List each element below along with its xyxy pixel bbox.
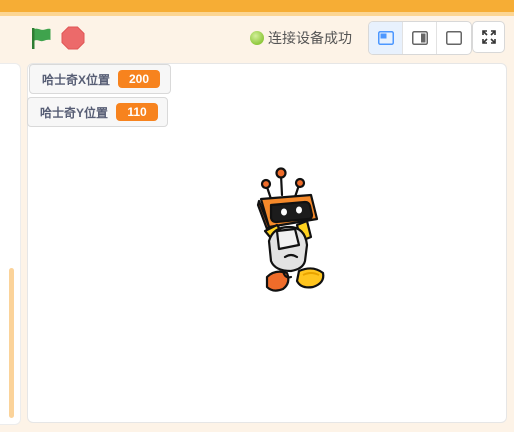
robot-sprite[interactable]: [255, 165, 327, 303]
side-stage-mode-icon: [411, 31, 428, 45]
green-flag-button[interactable]: [28, 25, 54, 51]
fullscreen-button[interactable]: [472, 21, 505, 53]
vertical-scrollbar[interactable]: [9, 268, 14, 418]
monitor-value: 110: [116, 103, 159, 121]
status-text: 连接设备成功: [268, 30, 352, 46]
device-status: 连接设备成功: [250, 29, 352, 47]
stop-icon: [61, 26, 85, 50]
monitor-label: 哈士奇Y位置: [40, 105, 109, 120]
monitor-value: 200: [118, 70, 161, 88]
small-stage-mode-button[interactable]: [369, 22, 403, 54]
stage-size-toggle: [368, 21, 472, 55]
fullscreen-icon: [481, 30, 496, 44]
variable-monitor-x[interactable]: 哈士奇X位置 200: [29, 64, 171, 94]
side-stage-mode-button[interactable]: [403, 22, 437, 54]
large-stage-mode-button[interactable]: [437, 22, 471, 54]
green-flag-icon: [32, 28, 51, 49]
top-accent-bar: [0, 0, 514, 12]
robot-sprite-icon: [256, 167, 325, 292]
monitor-label: 哈士奇X位置: [42, 72, 111, 87]
variable-monitor-y[interactable]: 哈士奇Y位置 110: [27, 97, 168, 127]
stop-button[interactable]: [60, 25, 86, 51]
status-indicator-icon: [250, 31, 264, 45]
large-stage-mode-icon: [446, 31, 462, 45]
small-stage-mode-icon: [377, 31, 394, 45]
